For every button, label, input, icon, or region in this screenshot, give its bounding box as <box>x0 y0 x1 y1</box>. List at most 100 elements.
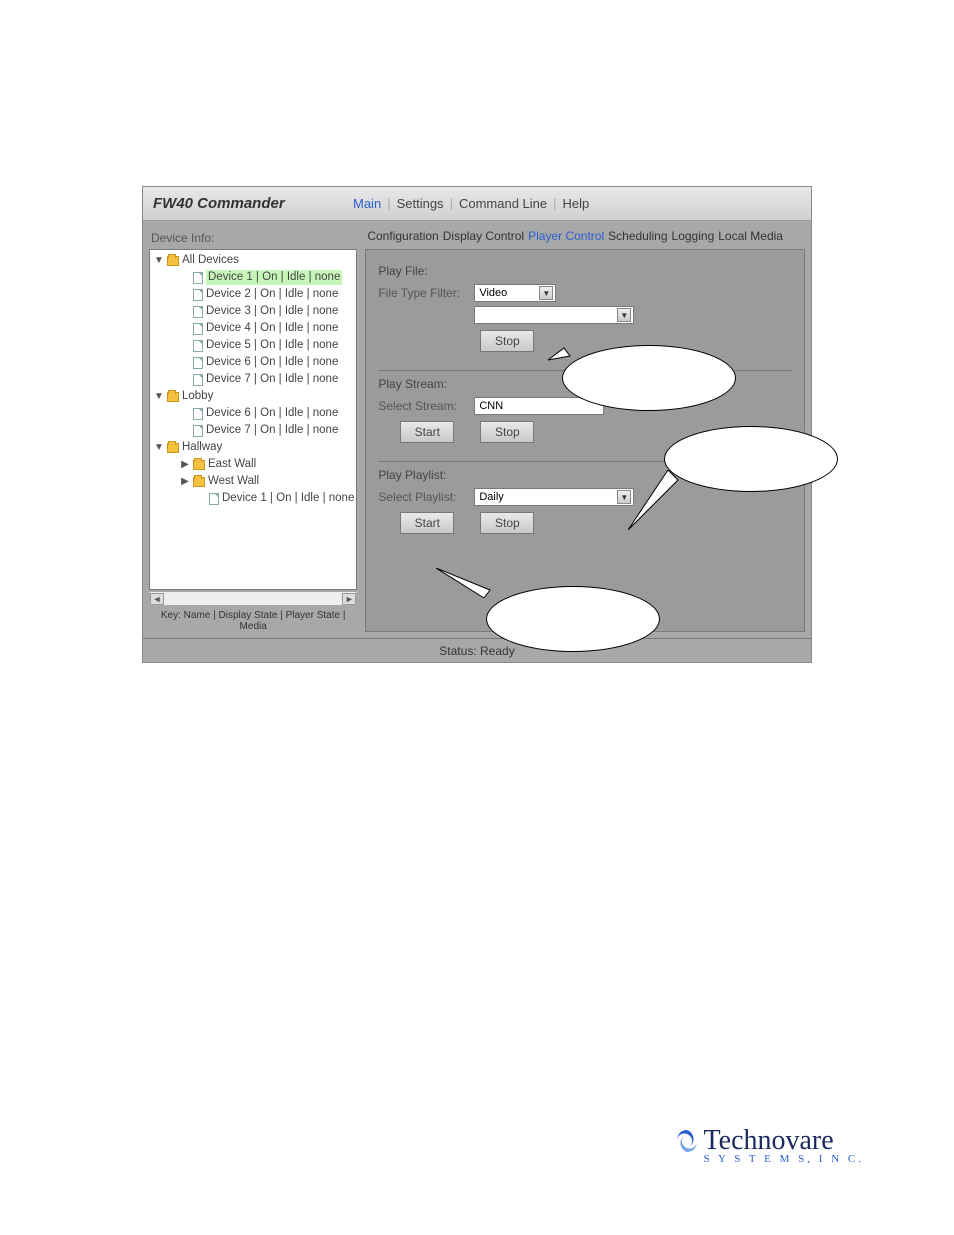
tree-row-label: Device 2 | On | Idle | none <box>206 287 338 302</box>
menu-command-line[interactable]: Command Line <box>459 196 547 211</box>
select-playlist-dropdown[interactable]: Daily ▼ <box>474 488 634 506</box>
tree-row[interactable]: Device 6 | On | Idle | none <box>150 354 356 371</box>
tab-logging[interactable]: Logging <box>672 229 715 243</box>
file-icon <box>193 340 203 352</box>
file-icon <box>193 425 203 437</box>
file-icon <box>193 408 203 420</box>
menu-settings[interactable]: Settings <box>397 196 444 211</box>
file-icon <box>193 323 203 335</box>
twisty-down-icon[interactable]: ▼ <box>154 389 164 404</box>
callout-bubble <box>562 345 736 411</box>
file-type-filter-label: File Type Filter: <box>378 286 468 300</box>
device-info-label: Device Info: <box>151 231 357 245</box>
status-value: Ready <box>480 644 515 658</box>
tree-row[interactable]: Device 1 | On | Idle | none <box>150 490 356 507</box>
tree-row-label: Device 7 | On | Idle | none <box>206 423 338 438</box>
folder-icon <box>193 460 205 470</box>
folder-icon <box>167 256 179 266</box>
tab-player-control[interactable]: Player Control <box>528 229 604 243</box>
callout-bubble <box>486 586 660 652</box>
file-icon <box>193 306 203 318</box>
menu-help[interactable]: Help <box>563 196 590 211</box>
tree-row[interactable]: ▶ West Wall <box>150 473 356 490</box>
device-tree[interactable]: ▼All DevicesDevice 1 | On | Idle | noneD… <box>149 249 357 590</box>
twisty-right-icon[interactable]: ▶ <box>180 474 190 489</box>
tree-row[interactable]: Device 1 | On | Idle | none <box>150 269 356 286</box>
tab-display-control[interactable]: Display Control <box>443 229 524 243</box>
menu-separator: | <box>450 196 453 211</box>
callout-tail <box>436 568 496 598</box>
twisty-down-icon[interactable]: ▼ <box>154 440 164 455</box>
file-icon <box>193 357 203 369</box>
tab-strip: Configuration Display Control Player Con… <box>365 229 805 243</box>
tree-row-label: Device 7 | On | Idle | none <box>206 372 338 387</box>
chevron-down-icon: ▼ <box>617 308 631 322</box>
file-type-filter-dropdown[interactable]: Video ▼ <box>474 284 556 302</box>
tree-row-label: Device 6 | On | Idle | none <box>206 355 338 370</box>
company-logo: Technovare S Y S T E M S, I N C. <box>674 1125 865 1165</box>
select-stream-value: CNN <box>479 400 503 412</box>
callout-bubble <box>664 426 838 492</box>
folder-icon <box>193 477 205 487</box>
tree-row[interactable]: ▼ Lobby <box>150 388 356 405</box>
play-playlist-stop-button[interactable]: Stop <box>480 512 534 534</box>
tree-row[interactable]: Device 6 | On | Idle | none <box>150 405 356 422</box>
player-control-panel: Play File: File Type Filter: Video ▼ ▼ <box>365 249 805 632</box>
tree-row-label: Device 6 | On | Idle | none <box>206 406 338 421</box>
tree-row-label: Device 4 | On | Idle | none <box>206 321 338 336</box>
app-title: FW40 Commander <box>153 195 333 212</box>
file-icon <box>193 374 203 386</box>
tree-row-label: Device 1 | On | Idle | none <box>206 270 342 285</box>
menu-bar: Main | Settings | Command Line | Help <box>353 196 589 211</box>
tab-scheduling[interactable]: Scheduling <box>608 229 667 243</box>
titlebar: FW40 Commander Main | Settings | Command… <box>143 187 811 221</box>
play-file-stop-button[interactable]: Stop <box>480 330 534 352</box>
file-icon <box>193 272 203 284</box>
tree-key-legend: Key: Name | Display State | Player State… <box>149 608 357 632</box>
tree-row[interactable]: Device 2 | On | Idle | none <box>150 286 356 303</box>
folder-icon <box>167 392 179 402</box>
file-icon <box>209 493 219 505</box>
play-playlist-start-button[interactable]: Start <box>400 512 454 534</box>
twisty-right-icon[interactable]: ▶ <box>180 457 190 472</box>
tree-row[interactable]: ▼All Devices <box>150 252 356 269</box>
tree-row-label: West Wall <box>208 474 259 489</box>
play-stream-start-button[interactable]: Start <box>400 421 454 443</box>
select-playlist-value: Daily <box>479 491 503 503</box>
play-file-heading: Play File: <box>378 264 792 278</box>
tab-configuration[interactable]: Configuration <box>367 229 438 243</box>
select-playlist-label: Select Playlist: <box>378 490 468 504</box>
tree-row-label: East Wall <box>208 457 256 472</box>
tree-row-label: Hallway <box>182 440 222 455</box>
tree-horizontal-scrollbar[interactable]: ◄ ► <box>149 592 357 606</box>
scroll-left-button[interactable]: ◄ <box>150 593 164 605</box>
chevron-down-icon: ▼ <box>539 286 553 300</box>
tree-row-label: Lobby <box>182 389 213 404</box>
tree-row-label: Device 5 | On | Idle | none <box>206 338 338 353</box>
tree-row[interactable]: ▼ Hallway <box>150 439 356 456</box>
tree-row[interactable]: Device 7 | On | Idle | none <box>150 371 356 388</box>
menu-separator: | <box>553 196 556 211</box>
menu-main[interactable]: Main <box>353 196 381 211</box>
select-stream-label: Select Stream: <box>378 399 468 413</box>
scroll-right-button[interactable]: ► <box>342 593 356 605</box>
tree-row-label: Device 1 | On | Idle | none <box>222 491 354 506</box>
play-stream-stop-button[interactable]: Stop <box>480 421 534 443</box>
app-window: FW40 Commander Main | Settings | Command… <box>142 186 812 663</box>
menu-separator: | <box>387 196 390 211</box>
tab-local-media[interactable]: Local Media <box>718 229 783 243</box>
tree-row[interactable]: Device 4 | On | Idle | none <box>150 320 356 337</box>
logo-swirl-icon <box>674 1128 700 1154</box>
tree-row[interactable]: ▶ East Wall <box>150 456 356 473</box>
twisty-down-icon[interactable]: ▼ <box>154 253 164 268</box>
file-icon <box>193 289 203 301</box>
folder-icon <box>167 443 179 453</box>
tree-row[interactable]: Device 3 | On | Idle | none <box>150 303 356 320</box>
select-file-dropdown[interactable]: ▼ <box>474 306 634 324</box>
tree-row[interactable]: Device 7 | On | Idle | none <box>150 422 356 439</box>
tree-row[interactable]: Device 5 | On | Idle | none <box>150 337 356 354</box>
logo-subtitle: S Y S T E M S, I N C. <box>704 1153 865 1165</box>
left-column: Device Info: ▼All DevicesDevice 1 | On |… <box>149 229 357 632</box>
status-bar: Status: Ready <box>143 638 811 662</box>
callout-tail <box>536 336 576 366</box>
